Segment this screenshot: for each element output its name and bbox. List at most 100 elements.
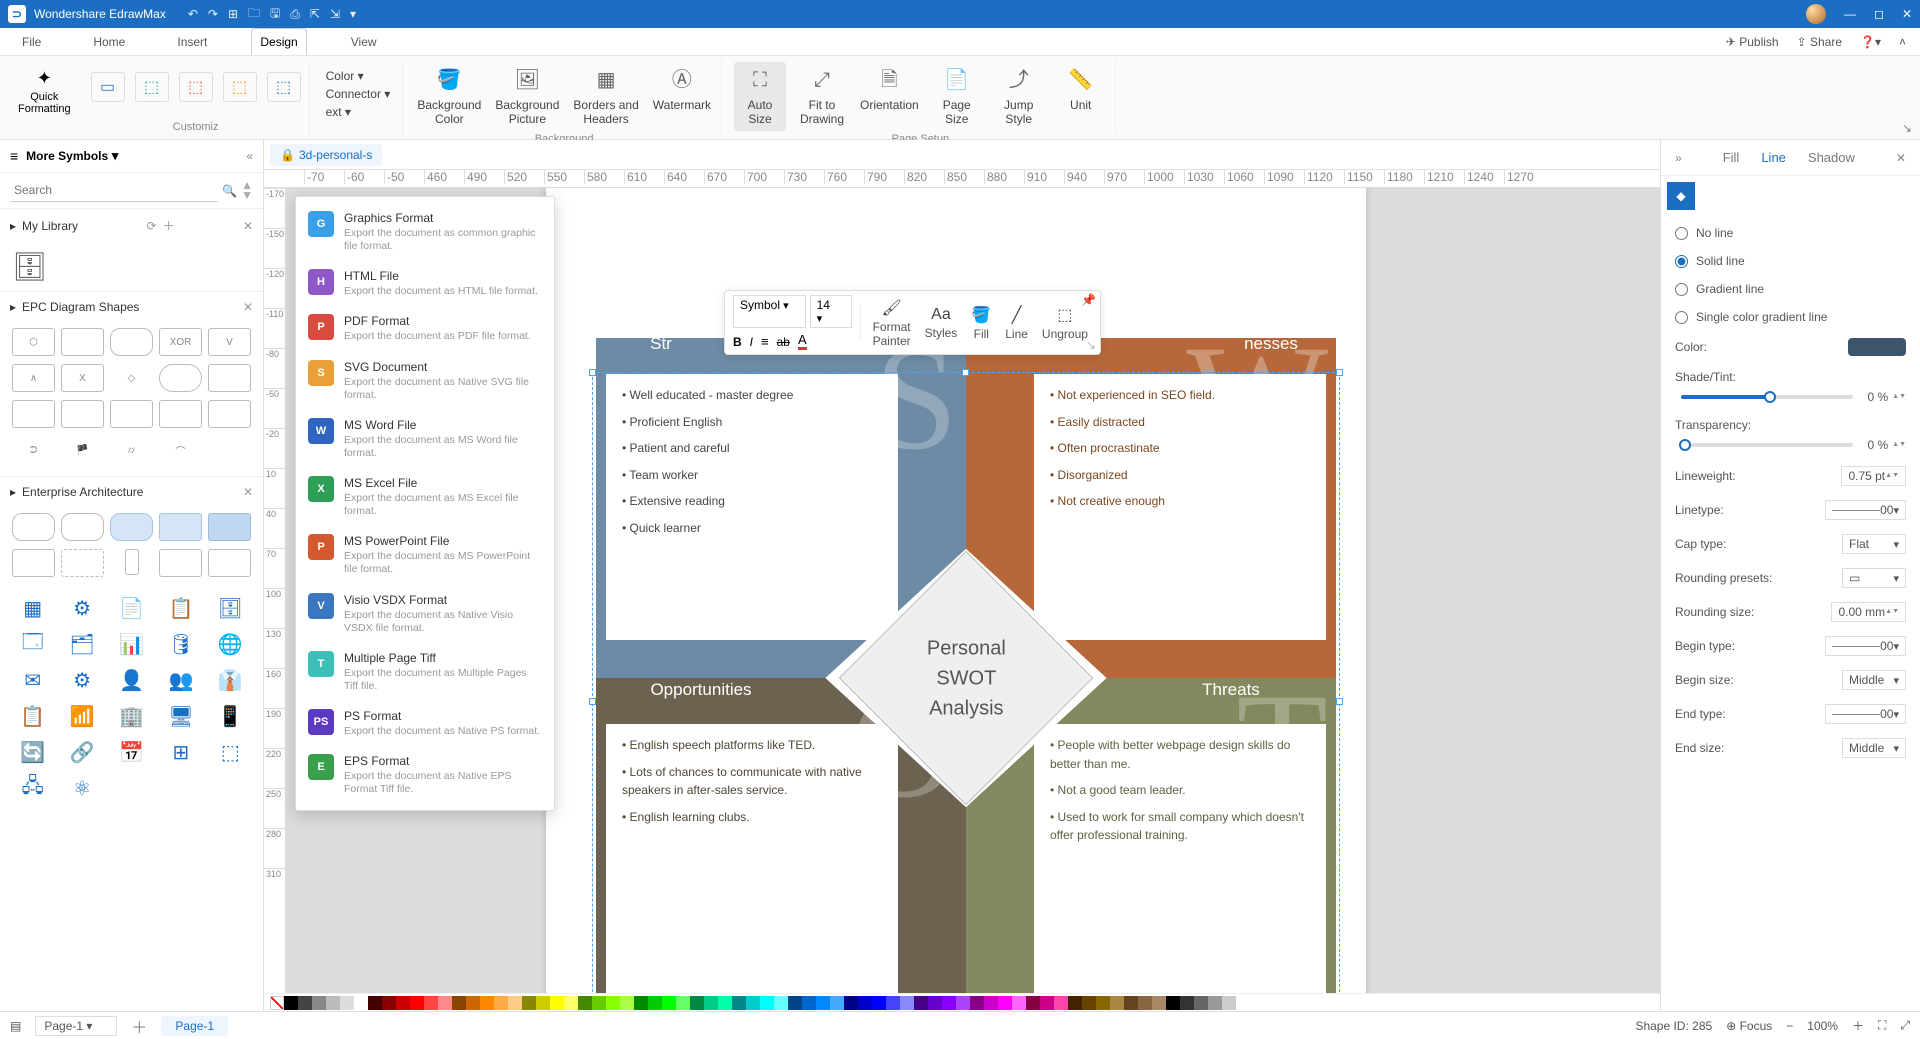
floating-format-toolbar[interactable]: Symbol ▾ 14 ▾ B I ≡ ab A 🖌Format Painter… [724,290,1101,355]
export-item[interactable]: EEPS FormatExport the document as Native… [296,746,554,804]
search-input[interactable] [10,179,218,202]
open-icon[interactable]: 🗀 [248,4,260,25]
tab-shadow[interactable]: Shadow [1808,150,1855,165]
styles-button[interactable]: AaStyles [921,304,962,342]
fill-button[interactable]: 🪣Fill [967,303,995,343]
theme-preset-1[interactable]: ▭ [91,72,125,102]
color-swatch[interactable] [1166,996,1180,1010]
shape-rect5[interactable] [110,400,153,428]
pages-icon[interactable]: ▤ [10,1019,21,1033]
color-swatch[interactable] [1124,996,1138,1010]
color-swatch[interactable] [1040,996,1054,1010]
color-swatch[interactable] [312,996,326,1010]
new-icon[interactable]: ⊞ [228,7,238,21]
color-swatch[interactable] [592,996,606,1010]
end-size-select[interactable]: Middle ▾ [1842,738,1906,758]
color-swatch[interactable] [620,996,634,1010]
more-symbols-button[interactable]: More Symbols ▾ [26,148,238,164]
color-swatch[interactable] [536,996,550,1010]
export-item[interactable]: PMS PowerPoint FileExport the document a… [296,526,554,584]
color-swatch[interactable] [466,996,480,1010]
ent-icon[interactable]: ⚙ [61,667,102,693]
quick-formatting-button[interactable]: Quick Formatting [18,91,71,115]
color-swatch[interactable] [690,996,704,1010]
menu-view[interactable]: View [343,29,385,55]
color-swatch[interactable] [410,996,424,1010]
ext-dropdown[interactable]: ext ▾ [322,104,395,120]
bold-button[interactable]: B [733,334,742,349]
theme-preset-4[interactable]: ⬚ [223,72,257,102]
color-swatch[interactable] [816,996,830,1010]
ent-shape[interactable] [125,549,139,575]
shape-capsule[interactable] [159,364,202,392]
lineweight-input[interactable]: 0.75 pt▲▼ [1841,466,1906,486]
shape-x[interactable]: X [61,364,104,392]
menu-file[interactable]: File [14,29,49,55]
color-swatch[interactable] [1208,996,1222,1010]
save-icon[interactable]: 🖫 [270,4,280,25]
color-swatch[interactable] [1222,996,1236,1010]
shape-rect6[interactable] [159,400,202,428]
tab-line[interactable]: Line [1761,150,1786,165]
import-icon[interactable]: ⇲ [330,7,340,21]
begin-size-select[interactable]: Middle ▾ [1842,670,1906,690]
ent-shape[interactable] [110,513,153,541]
color-swatch[interactable] [774,996,788,1010]
export-icon[interactable]: ⇱ [310,7,320,21]
color-swatch[interactable] [326,996,340,1010]
export-item[interactable]: TMultiple Page TiffExport the document a… [296,643,554,701]
shape-arrow[interactable]: ⮊ [12,436,55,464]
ent-shape[interactable] [12,549,55,577]
shape-rect2[interactable] [208,364,251,392]
ent-icon[interactable]: 🔗 [61,739,102,765]
ent-shape[interactable] [61,513,104,541]
close-section-icon[interactable]: ✕ [243,219,253,233]
radio-single-gradient[interactable]: Single color gradient line [1675,310,1906,324]
share-button[interactable]: ⇪ Share [1797,35,1842,49]
color-swatch[interactable] [900,996,914,1010]
color-swatch[interactable] [396,996,410,1010]
color-swatch[interactable] [508,996,522,1010]
shape-rect4[interactable] [61,400,104,428]
color-swatch[interactable] [662,996,676,1010]
auto-size-button[interactable]: ⛶Auto Size [734,62,786,131]
expand-panel-icon[interactable]: » [1675,151,1682,165]
color-swatch[interactable] [522,996,536,1010]
zoom-level[interactable]: 100% [1807,1019,1838,1033]
shape-rect7[interactable] [208,400,251,428]
menu-home[interactable]: Home [85,29,133,55]
more-icon[interactable]: ▾ [350,7,356,21]
database-shape-icon[interactable]: 🗄 [12,250,251,283]
color-swatch[interactable] [718,996,732,1010]
color-swatch[interactable] [1054,996,1068,1010]
color-swatch[interactable] [1012,996,1026,1010]
shape-rect[interactable] [61,328,104,356]
color-swatch[interactable] [872,996,886,1010]
ent-icon[interactable]: ⊞ [160,739,201,765]
close-panel-icon[interactable]: ✕ [1896,151,1906,165]
font-size-select[interactable]: 14 ▾ [810,295,852,328]
tab-fill[interactable]: Fill [1723,150,1740,165]
ent-icon[interactable]: 📄 [111,595,152,621]
color-swatch[interactable] [788,996,802,1010]
radio-noline[interactable]: No line [1675,226,1906,240]
shape-v[interactable]: V [208,328,251,356]
radio-gradient[interactable]: Gradient line [1675,282,1906,296]
ent-icon[interactable]: 🛢 [160,631,201,657]
color-swatch[interactable] [1082,996,1096,1010]
ent-shape[interactable] [12,513,55,541]
color-swatch[interactable] [564,996,578,1010]
epc-section[interactable]: EPC Diagram Shapes [22,300,139,314]
ungroup-button[interactable]: ⬚Ungroup [1038,303,1092,343]
color-swatch[interactable] [1152,996,1166,1010]
export-item[interactable]: GGraphics FormatExport the document as c… [296,203,554,261]
color-swatch[interactable] [1138,996,1152,1010]
export-item[interactable]: PSPS FormatExport the document as Native… [296,701,554,746]
color-swatch[interactable] [438,996,452,1010]
export-item[interactable]: WMS Word FileExport the document as MS W… [296,410,554,468]
page-setup-launcher-icon[interactable]: ↘ [1902,121,1912,135]
page-size-button[interactable]: 📄Page Size [931,62,983,131]
color-swatch[interactable] [284,996,298,1010]
undo-icon[interactable]: ↶ [188,7,198,21]
begin-type-select[interactable]: 00 ▾ [1825,636,1906,656]
